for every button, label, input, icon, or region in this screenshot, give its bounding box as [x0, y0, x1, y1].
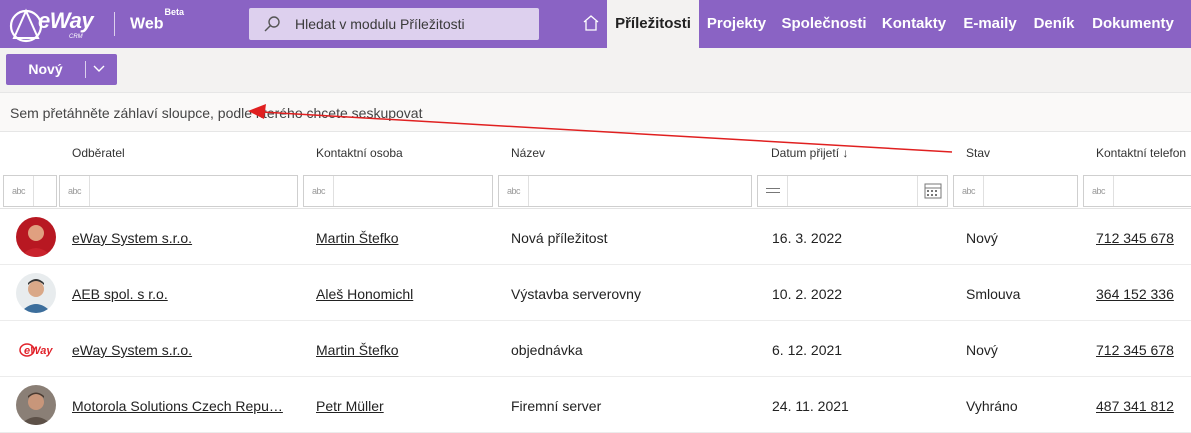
abc-filter-icon: abc [499, 176, 529, 206]
opportunity-name: objednávka [511, 342, 583, 358]
phone-link[interactable]: 712 345 678 [1096, 230, 1174, 246]
top-bar: eWay CRM WebBeta Hledat v modulu Příleži… [0, 0, 1191, 48]
avatar [16, 385, 56, 425]
group-by-area[interactable]: Sem přetáhněte záhlaví sloupce, podle kt… [0, 92, 1191, 132]
search-icon [264, 16, 280, 32]
person-avatar-icon [16, 385, 56, 425]
calendar-glyph [924, 183, 942, 199]
abc-filter-icon: abc [4, 176, 34, 206]
tab-prilezitosti[interactable]: Příležitosti [607, 0, 699, 48]
filter-datum-prijeti[interactable] [757, 175, 948, 207]
eway-logo-text: eWay [24, 345, 53, 357]
web-label: WebBeta [130, 7, 184, 33]
chevron-down-icon[interactable] [92, 63, 106, 75]
avatar: eWay [16, 329, 56, 369]
table-row[interactable]: eWay eWay System s.r.o. Martin Štefko ob… [0, 321, 1191, 377]
column-header-datum-prijeti[interactable]: Datum přijetí ↓ [771, 146, 848, 160]
person-avatar-icon [16, 273, 56, 313]
web-text: Web [130, 15, 164, 33]
filter-avatar[interactable]: abc [3, 175, 57, 207]
avatar [16, 217, 56, 257]
abc-filter-icon: abc [304, 176, 334, 206]
eway-logo-avatar-icon: eWay [16, 329, 56, 369]
status: Vyhráno [966, 398, 1018, 414]
status: Smlouva [966, 286, 1021, 302]
date-received: 24. 11. 2021 [772, 398, 849, 414]
tab-denik[interactable]: Deník [1026, 0, 1082, 48]
contact-link[interactable]: Martin Štefko [316, 342, 398, 358]
abc-filter-icon: abc [954, 176, 984, 206]
table-row[interactable]: AEB spol. s r.o. Aleš Honomichl Výstavba… [0, 265, 1191, 321]
sort-desc-icon: ↓ [842, 146, 849, 160]
column-header-nazev[interactable]: Název [511, 146, 545, 160]
abc-filter-icon: abc [60, 176, 90, 206]
filter-row: abc abc abc abc abc abc [0, 172, 1191, 209]
column-header-stav[interactable]: Stav [966, 146, 990, 160]
new-button-label: Nový [28, 61, 63, 77]
filter-nazev[interactable]: abc [498, 175, 752, 207]
home-icon[interactable] [581, 13, 601, 33]
logo-text: eWay [38, 8, 94, 33]
company-link[interactable]: AEB spol. s r.o. [72, 286, 168, 302]
toolbar: Nový [0, 48, 1191, 92]
company-link[interactable]: eWay System s.r.o. [72, 230, 192, 246]
opportunity-name: Nová příležitost [511, 230, 608, 246]
tab-kontakty[interactable]: Kontakty [874, 0, 954, 48]
table-row[interactable]: Motorola Solutions Czech Repu… Petr Müll… [0, 377, 1191, 433]
filter-odberatel[interactable]: abc [59, 175, 298, 207]
filter-stav[interactable]: abc [953, 175, 1078, 207]
header-divider [114, 12, 115, 36]
date-received: 16. 3. 2022 [772, 230, 843, 246]
calendar-icon[interactable] [917, 176, 947, 206]
new-button-separator [85, 61, 86, 78]
eway-logo[interactable]: eWay CRM [8, 4, 94, 44]
beta-badge: Beta [164, 7, 184, 17]
column-header-datum-prijeti-label: Datum přijetí [771, 146, 840, 160]
tab-emaily[interactable]: E-maily [954, 0, 1026, 48]
status: Nový [966, 342, 998, 358]
column-header-odberatel[interactable]: Odběratel [72, 146, 125, 160]
search-input[interactable]: Hledat v modulu Příležitosti [249, 8, 539, 40]
abc-filter-icon: abc [1084, 176, 1114, 206]
status: Nový [966, 230, 998, 246]
opportunity-name: Firemní server [511, 398, 602, 414]
person-avatar-icon [16, 217, 56, 257]
contact-link[interactable]: Aleš Honomichl [316, 286, 413, 302]
date-received: 6. 12. 2021 [772, 342, 843, 358]
tab-projekty[interactable]: Projekty [699, 0, 774, 48]
column-header-kontaktni-telefon[interactable]: Kontaktní telefon [1096, 146, 1186, 160]
contact-link[interactable]: Martin Štefko [316, 230, 398, 246]
avatar [16, 273, 56, 313]
phone-link[interactable]: 712 345 678 [1096, 342, 1174, 358]
table-row[interactable]: eWay System s.r.o. Martin Štefko Nová př… [0, 209, 1191, 265]
company-link[interactable]: Motorola Solutions Czech Repu… [72, 398, 283, 414]
phone-link[interactable]: 364 152 336 [1096, 286, 1174, 302]
filter-kontaktni-osoba[interactable]: abc [303, 175, 493, 207]
date-received: 10. 2. 2022 [772, 286, 843, 302]
column-header-kontaktni-osoba[interactable]: Kontaktní osoba [316, 146, 403, 160]
logo-sub: CRM [69, 34, 83, 40]
phone-link[interactable]: 487 341 812 [1096, 398, 1174, 414]
opportunity-name: Výstavba serverovny [511, 286, 641, 302]
equals-filter-icon [758, 176, 788, 206]
new-button[interactable]: Nový [6, 54, 117, 85]
contact-link[interactable]: Petr Müller [316, 398, 384, 414]
tab-dokumenty[interactable]: Dokumenty [1082, 0, 1184, 48]
group-by-hint: Sem přetáhněte záhlaví sloupce, podle kt… [10, 105, 423, 121]
filter-kontaktni-telefon[interactable]: abc [1083, 175, 1191, 207]
search-placeholder: Hledat v modulu Příležitosti [295, 16, 465, 32]
tab-spolecnosti[interactable]: Společnosti [774, 0, 874, 48]
company-link[interactable]: eWay System s.r.o. [72, 342, 192, 358]
